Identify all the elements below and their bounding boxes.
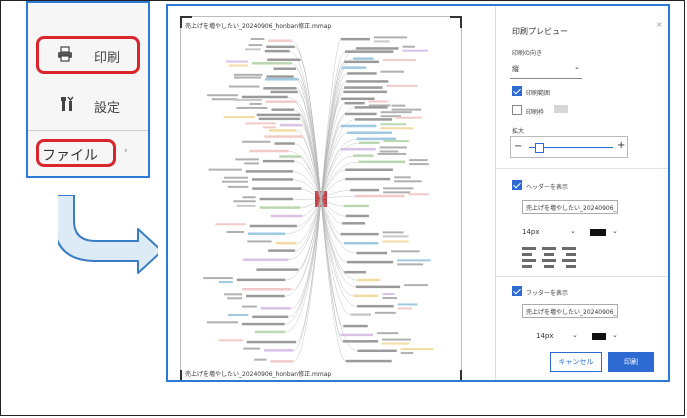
zoom-thumb[interactable] [535,143,544,153]
page-header-text: 売上げを増やしたい_20240906_honban修正.mmap [185,23,332,30]
print-range-label: 印刷範囲 [526,90,551,97]
footer-label: フッターを表示 [526,290,569,297]
menu-divider [28,130,148,131]
print-frame-label: 印刷枠 [526,109,545,116]
print-button[interactable]: 印刷 [608,352,654,372]
menu-settings-label: 設定 [94,101,121,116]
menu-item-file[interactable]: ファイル › [28,144,148,164]
printer-icon [56,46,74,66]
frame-color-swatch[interactable] [554,105,568,113]
preview-page: 売上げを増やしたい_20240906_honban修正.mmap 売上げを増やし… [180,16,462,380]
file-menu-inset: 印刷 設定 ファイル › [26,1,150,178]
header-checkbox[interactable] [512,180,522,190]
chevron-down-icon[interactable]: ⌄ [570,227,576,235]
zoom-minus-button[interactable]: − [514,141,522,152]
orientation-label: 印刷の向き [512,50,543,57]
header-label: ヘッダーを表示 [526,184,569,191]
chevron-down-icon[interactable]: ⌄ [574,63,580,71]
header-color-swatch[interactable] [590,229,606,236]
print-range-checkbox[interactable] [512,86,522,96]
chevron-down-icon[interactable]: ⌄ [572,331,578,339]
page-footer-text: 売上げを増やしたい_20240906_honban修正.mmap [185,371,332,378]
header-text-input[interactable]: 売上げを増やしたい_20240906_ [522,200,618,214]
menu-file-label: ファイル [42,148,98,164]
footer-color-swatch[interactable] [592,333,606,340]
footer-checkbox[interactable] [512,286,522,296]
zoom-slider[interactable]: − + [510,136,628,158]
zoom-label: 拡大 [512,128,525,135]
chevron-down-icon[interactable]: ⌄ [612,227,618,235]
print-settings-panel: 印刷プレビュー × 印刷の向き 縦 ⌄ 印刷範囲 印刷枠 拡大 − + ヘッダー… [495,6,668,380]
close-icon[interactable]: × [656,20,663,29]
zoom-plus-button[interactable]: + [617,140,625,151]
menu-item-print[interactable]: 印刷 [28,45,148,66]
tools-icon [60,96,74,116]
chevron-right-icon: › [124,146,128,156]
chevron-down-icon[interactable]: ⌄ [612,331,618,339]
print-preview-screenshot: 売上げを増やしたい_20240906_honban修正.mmap 売上げを増やし… [166,4,670,382]
cancel-button[interactable]: キャンセル [550,352,602,372]
curved-arrow-icon [58,195,158,274]
align-icon[interactable] [522,247,580,273]
panel-title: 印刷プレビュー [512,27,568,36]
orientation-select[interactable]: 縦 [512,64,519,74]
menu-item-settings[interactable]: 設定 [28,95,148,116]
mind-map-thumbnail [203,36,434,363]
header-size-select[interactable]: 14px [522,228,540,236]
menu-print-label: 印刷 [94,51,121,66]
footer-text-input[interactable]: 売上げを増やしたい_20240906_ [522,304,618,318]
print-frame-checkbox[interactable] [512,105,522,115]
footer-size-select[interactable]: 14px [536,332,554,340]
